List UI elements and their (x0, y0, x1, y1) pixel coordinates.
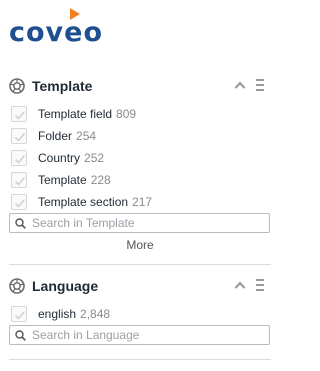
facet-value-caption: Template field 809 (38, 106, 136, 122)
coveo-logo: coveo (9, 8, 119, 50)
menu-icon[interactable] (256, 279, 264, 291)
facet-value-template-field[interactable]: Template field 809 (9, 103, 271, 125)
chevron-up-icon[interactable] (234, 80, 246, 90)
facet-template: Template Template field 809 Folder 254 C… (9, 75, 271, 253)
facet-divider (9, 264, 271, 265)
facet-value-folder[interactable]: Folder 254 (9, 125, 271, 147)
check-icon (14, 110, 26, 120)
facet-search-input[interactable] (32, 215, 264, 231)
facet-value-label: Template field (38, 107, 113, 121)
checkbox[interactable] (11, 106, 27, 122)
more-link[interactable]: More (9, 237, 271, 253)
facet-value-label: Folder (38, 129, 73, 143)
facet-value-count: 809 (116, 107, 137, 121)
search-icon (15, 330, 26, 341)
facet-divider (9, 359, 271, 360)
chevron-up-icon[interactable] (234, 280, 246, 290)
check-icon (14, 154, 26, 164)
facet-language: Language english 2,848 (9, 275, 271, 345)
facet-header: Language (9, 275, 271, 299)
logo-text: coveo (9, 17, 104, 48)
search-icon (15, 218, 26, 229)
checkbox[interactable] (11, 150, 27, 166)
facet-header: Template (9, 75, 271, 99)
facet-value-template[interactable]: Template 228 (9, 169, 271, 191)
checkbox[interactable] (11, 128, 27, 144)
facet-search-box (9, 325, 270, 345)
check-icon (14, 132, 26, 142)
facet-value-count: 2,848 (80, 307, 111, 321)
facet-value-count: 228 (90, 173, 111, 187)
facet-value-label: Country (38, 151, 81, 165)
check-icon (14, 198, 26, 208)
facet-value-caption: english 2,848 (38, 306, 110, 322)
facet-search-input[interactable] (32, 327, 264, 343)
facet-value-caption: Folder 254 (38, 128, 96, 144)
facet-value-count: 217 (132, 195, 153, 209)
facet-icon (9, 278, 25, 294)
facet-value-english[interactable]: english 2,848 (9, 303, 271, 325)
facet-title: Template (32, 78, 93, 94)
facet-value-caption: Country 252 (38, 150, 104, 166)
facet-value-count: 254 (76, 129, 97, 143)
check-icon (14, 310, 26, 320)
facet-value-country[interactable]: Country 252 (9, 147, 271, 169)
facet-value-caption: Template 228 (38, 172, 111, 188)
checkbox[interactable] (11, 194, 27, 210)
facet-value-label: Template (38, 173, 87, 187)
facet-value-label: english (38, 307, 77, 321)
facet-value-template-section[interactable]: Template section 217 (9, 191, 271, 213)
facet-title: Language (32, 278, 99, 294)
menu-icon[interactable] (256, 79, 264, 91)
check-icon (14, 176, 26, 186)
facet-value-list: english 2,848 (9, 303, 271, 325)
facet-value-count: 252 (84, 151, 105, 165)
facet-value-list: Template field 809 Folder 254 Country 252 T… (9, 103, 271, 213)
facet-search-box (9, 213, 270, 233)
checkbox[interactable] (11, 172, 27, 188)
checkbox[interactable] (11, 306, 27, 322)
facet-icon (9, 78, 25, 94)
facet-value-label: Template section (38, 195, 129, 209)
facet-value-caption: Template section 217 (38, 194, 152, 210)
